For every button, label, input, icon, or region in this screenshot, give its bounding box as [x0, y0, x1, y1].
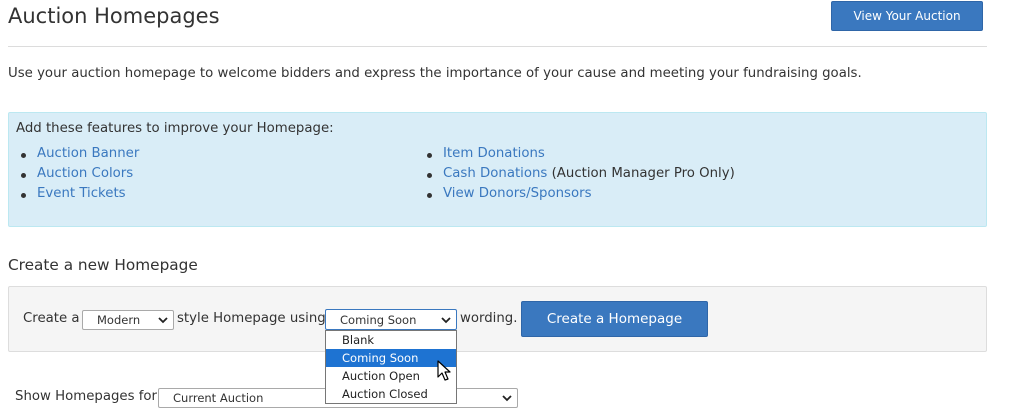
- create-suffix-label: wording.: [460, 311, 518, 326]
- list-item: Auction Colors: [17, 166, 139, 186]
- intro-text: Use your auction homepage to welcome bid…: [8, 66, 862, 81]
- create-prefix-label: Create a: [23, 311, 80, 326]
- event-tickets-link[interactable]: Event Tickets: [37, 186, 126, 201]
- wording-select[interactable]: Coming Soon: [325, 309, 457, 330]
- list-item: View Donors/Sponsors: [423, 186, 735, 206]
- features-info-box: Add these features to improve your Homep…: [8, 112, 987, 227]
- auction-banner-link[interactable]: Auction Banner: [37, 146, 139, 161]
- list-item: Auction Banner: [17, 146, 139, 166]
- page-title: Auction Homepages: [8, 4, 220, 28]
- header-divider: [8, 46, 987, 47]
- chevron-down-icon: [502, 395, 512, 402]
- wording-select-value: Coming Soon: [340, 312, 417, 327]
- features-heading: Add these features to improve your Homep…: [16, 121, 334, 136]
- cash-donations-link[interactable]: Cash Donations: [443, 166, 547, 181]
- view-your-auction-button[interactable]: View Your Auction: [831, 1, 983, 31]
- features-list-left: Auction Banner Auction Colors Event Tick…: [17, 146, 139, 206]
- list-item: Event Tickets: [17, 186, 139, 206]
- show-homepages-label: Show Homepages for: [15, 389, 158, 404]
- list-item: Cash Donations (Auction Manager Pro Only…: [423, 166, 735, 186]
- create-homepage-heading: Create a new Homepage: [8, 256, 198, 274]
- features-list-right: Item Donations Cash Donations (Auction M…: [423, 146, 735, 206]
- list-item: Item Donations: [423, 146, 735, 166]
- chevron-down-icon: [158, 317, 168, 324]
- item-donations-link[interactable]: Item Donations: [443, 146, 545, 161]
- style-select-value: Modern: [97, 313, 141, 327]
- auction-colors-link[interactable]: Auction Colors: [37, 166, 133, 181]
- mouse-cursor-icon: [437, 360, 451, 381]
- style-select[interactable]: Modern: [82, 310, 174, 330]
- view-donors-sponsors-link[interactable]: View Donors/Sponsors: [443, 186, 592, 201]
- pro-only-note: (Auction Manager Pro Only): [551, 166, 735, 181]
- wording-option-blank[interactable]: Blank: [326, 331, 456, 349]
- create-middle-label: style Homepage using: [177, 311, 326, 326]
- wording-option-auction-closed[interactable]: Auction Closed: [326, 385, 456, 403]
- chevron-down-icon: [441, 316, 451, 323]
- create-homepage-button[interactable]: Create a Homepage: [521, 301, 708, 337]
